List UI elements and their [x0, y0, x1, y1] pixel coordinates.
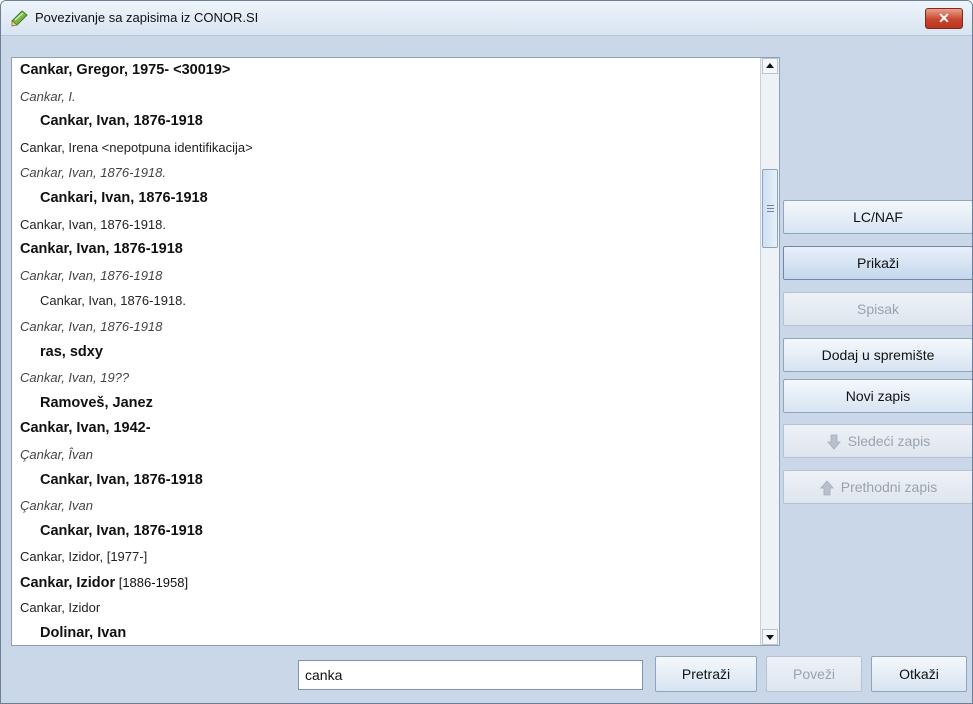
list-item-text: Cankar, Ivan, 1876-1918	[40, 113, 203, 130]
list-item-text: Cankar, Ivan, 1876-1918	[40, 471, 203, 488]
list-item-text: Cankari, Ivan, 1876-1918	[40, 189, 208, 206]
list-item[interactable]: Cankar, Irena <nepotpuna identifikacija>	[12, 135, 759, 161]
list-item-text: Çankar, Îvan	[20, 446, 93, 462]
list-item[interactable]: Cankar, Ivan, 1876-1918	[12, 263, 759, 289]
list-item[interactable]: Cankar, Ivan, 1876-1918	[12, 237, 759, 263]
sledeci-label: Sledeći zapis	[847, 433, 931, 449]
arrow-up-icon	[819, 480, 834, 496]
list-item[interactable]: Cankar, Ivan, 1876-1918	[12, 314, 759, 340]
grip-line	[767, 208, 774, 209]
list-item[interactable]: Cankar, Ivan, 1942-	[12, 416, 759, 442]
list-item-text: Cankar, I.	[20, 88, 76, 104]
triangle-down-icon	[766, 635, 774, 640]
grip-line	[767, 211, 774, 212]
dodaj-u-spremiste-button[interactable]: Dodaj u spremište	[783, 338, 972, 372]
list-item-text: Ramoveš, Janez	[40, 394, 153, 411]
otkazi-button[interactable]: Otkaži	[871, 656, 967, 692]
vertical-scrollbar[interactable]	[760, 58, 779, 645]
list-item[interactable]: Cankar, Izidor	[12, 595, 759, 621]
list-item[interactable]: Cankar, Izidor, [1977-]	[12, 544, 759, 570]
list-item[interactable]: Çankar, Îvan	[12, 442, 759, 468]
list-item-text: Cankar, Izidor	[20, 574, 116, 591]
list-item[interactable]: Cankar, Ivan, 19??	[12, 365, 759, 391]
prethodni-zapis-button[interactable]: Prethodni zapis	[783, 470, 972, 504]
close-button[interactable]: ✕	[925, 8, 963, 29]
list-item[interactable]: Cankar, Ivan, 1876-1918	[12, 519, 759, 545]
list-item-text: Dolinar, Ivan	[40, 625, 127, 642]
list-item[interactable]: Cankar, Ivan, 1876-1918.	[12, 288, 759, 314]
list-item[interactable]: Cankar, Izidor [1886-1958]	[12, 570, 759, 596]
list-item[interactable]: Çankar, Ivan	[12, 493, 759, 519]
sledeci-zapis-button[interactable]: Sledeći zapis	[783, 424, 972, 458]
list-item-text: Çankar, Ivan	[20, 498, 93, 514]
spisak-label: Spisak	[856, 301, 900, 317]
list-item-text: Cankar, Ivan, 1942-	[20, 420, 151, 437]
list-item-text: Cankar, Ivan, 19??	[20, 370, 130, 386]
povezi-label: Poveži	[792, 666, 836, 682]
arrow-down-icon	[826, 434, 841, 450]
list-item-dates: [1886-1958]	[115, 574, 189, 590]
lcnaf-label: LC/NAF	[853, 209, 903, 225]
list-item-text: Cankar, Izidor, [1977-]	[20, 549, 148, 565]
list-item-text: Cankar, Ivan, 1876-1918	[20, 267, 163, 283]
prikazi-button[interactable]: Prikaži	[783, 246, 972, 280]
list-item-text: Cankar, Ivan, 1876-1918	[20, 241, 183, 258]
dodaj-label: Dodaj u spremište	[821, 347, 935, 363]
list-item[interactable]: ras, sdxy	[12, 340, 759, 366]
prikazi-label: Prikaži	[856, 255, 899, 271]
list-item[interactable]: Cankar, Ivan, 1876-1918	[12, 468, 759, 494]
list-item[interactable]: Cankar, Ivan, 1876-1918	[12, 109, 759, 135]
novi-zapis-button[interactable]: Novi zapis	[783, 379, 972, 413]
triangle-up-icon	[766, 63, 774, 68]
scroll-down-button[interactable]	[762, 629, 778, 645]
close-icon: ✕	[938, 10, 950, 26]
list-item-text: Cankar, Ivan, 1876-1918	[20, 318, 163, 334]
list-item-text: Cankar, Ivan, 1876-1918.	[20, 165, 166, 181]
prethodni-label: Prethodni zapis	[840, 479, 938, 495]
povezi-button[interactable]: Poveži	[766, 656, 862, 692]
list-item[interactable]: Cankar, Ivan, 1876-1918.	[12, 212, 759, 238]
book-pencil-icon	[11, 10, 28, 27]
pretrazi-label: Pretraži	[681, 666, 731, 682]
list-item[interactable]: Ramoveš, Janez	[12, 391, 759, 417]
title-bar: Povezivanje sa zapisima iz CONOR.SI ✕	[1, 1, 972, 36]
novi-label: Novi zapis	[845, 388, 911, 404]
grip-line	[767, 205, 774, 206]
list-item[interactable]: Cankar, Gregor, 1975- <30019>	[12, 58, 759, 84]
spisak-button[interactable]: Spisak	[783, 292, 972, 326]
otkazi-label: Otkaži	[899, 666, 939, 682]
list-item-text: Cankar, Ivan, 1876-1918	[40, 522, 203, 539]
results-list[interactable]: Cankar, Gregor, 1975- <30019> Cankar, I. C…	[12, 58, 759, 645]
dialog-window: Povezivanje sa zapisima iz CONOR.SI ✕ Ca…	[0, 0, 973, 704]
list-item[interactable]: Cankari, Ivan, 1876-1918	[12, 186, 759, 212]
list-item-text: Cankar, Gregor, 1975- <30019>	[20, 62, 231, 78]
list-item-text: Cankar, Ivan, 1876-1918.	[40, 293, 186, 309]
window-title: Povezivanje sa zapisima iz CONOR.SI	[35, 10, 259, 25]
list-item[interactable]: Dolinar, Ivan	[12, 621, 759, 645]
lcnaf-button[interactable]: LC/NAF	[783, 200, 972, 234]
list-item[interactable]: Cankar, Ivan, 1876-1918.	[12, 160, 759, 186]
list-item-text: Cankar, Ivan, 1876-1918.	[20, 216, 166, 232]
list-item-text: Cankar, Izidor	[20, 600, 101, 616]
list-item-text: ras, sdxy	[40, 343, 103, 360]
list-item-text: Cankar, Irena <nepotpuna identifikacija>	[20, 139, 253, 155]
search-input[interactable]	[298, 660, 643, 690]
scroll-up-button[interactable]	[762, 58, 778, 74]
list-item[interactable]: Cankar, I.	[12, 84, 759, 110]
results-list-panel: Cankar, Gregor, 1975- <30019> Cankar, I. C…	[11, 57, 780, 646]
scroll-thumb[interactable]	[762, 169, 778, 248]
pretrazi-button[interactable]: Pretraži	[655, 656, 757, 692]
